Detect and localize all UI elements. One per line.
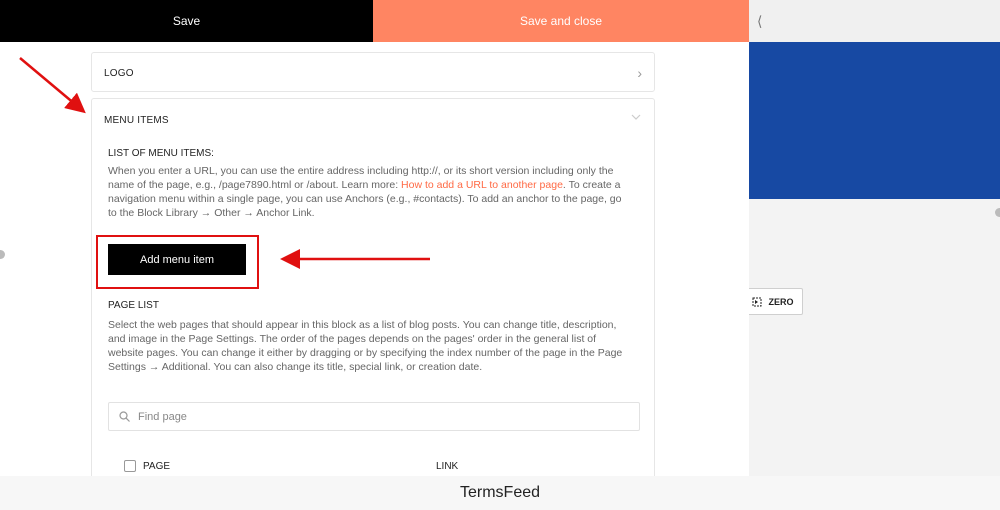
right-scroll-handle[interactable] <box>995 208 1000 217</box>
menu-items-description: When you enter a URL, you can use the en… <box>108 165 622 219</box>
chevron-right-icon[interactable]: › <box>637 65 642 81</box>
collapse-panel-button[interactable]: ⟨ <box>749 0 1000 42</box>
save-button[interactable]: Save <box>0 0 373 42</box>
page-list-title: PAGE LIST <box>108 300 159 311</box>
save-and-close-button[interactable]: Save and close <box>373 0 749 42</box>
footer-brand: TermsFeed <box>0 476 1000 510</box>
editor-screen: Save Save and close ⟨ LOGO › MENU ITEMS … <box>0 0 1000 510</box>
column-header-link: LINK <box>436 461 459 472</box>
page-list-header: PAGE LINK <box>108 460 628 476</box>
menu-items-section-title[interactable]: MENU ITEMS <box>104 115 169 126</box>
page-preview: ZERO <box>749 42 1000 476</box>
zero-button[interactable]: ZERO <box>749 288 803 315</box>
add-menu-item-button[interactable]: Add menu item <box>108 244 246 275</box>
column-header-page: PAGE <box>143 461 171 472</box>
zero-block-icon <box>752 297 762 306</box>
logo-section-title: LOGO <box>104 68 134 79</box>
settings-panel: LOGO › MENU ITEMS LIST OF MENU ITEMS: Wh… <box>0 42 749 476</box>
left-scroll-handle[interactable] <box>0 250 5 259</box>
page-list-description: Select the web pages that should appear … <box>108 319 623 373</box>
list-of-menu-items-title: LIST OF MENU ITEMS: <box>108 148 214 159</box>
preview-header-block <box>749 42 1000 199</box>
add-url-help-link[interactable]: How to add a URL to another page <box>401 179 563 191</box>
select-all-checkbox[interactable] <box>124 460 136 472</box>
search-icon <box>119 411 130 422</box>
find-page-input[interactable] <box>138 410 618 423</box>
chevron-down-icon[interactable] <box>630 111 642 123</box>
find-page-search[interactable] <box>108 402 640 431</box>
logo-section[interactable]: LOGO › <box>91 52 655 92</box>
menu-items-section: MENU ITEMS LIST OF MENU ITEMS: When you … <box>91 98 655 476</box>
